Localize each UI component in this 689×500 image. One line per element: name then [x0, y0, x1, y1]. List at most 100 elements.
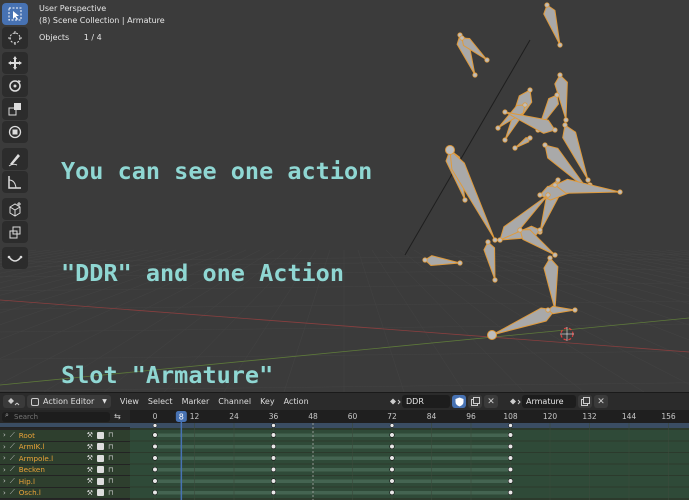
summary-row[interactable] — [0, 423, 130, 428]
wrench-icon[interactable]: ⚒ — [87, 466, 93, 474]
summary-keyframe — [508, 423, 513, 428]
summary-keyframe — [152, 423, 158, 428]
keyframe — [152, 455, 158, 461]
bone-joint — [495, 125, 501, 131]
checkbox-icon[interactable] — [97, 466, 104, 474]
bone-joint — [492, 237, 498, 243]
editor-type-button[interactable] — [3, 395, 25, 408]
channel-row[interactable]: › ⟋ Root ⚒ ⊓ — [0, 430, 130, 442]
bone-joint — [552, 182, 558, 188]
hold-bar — [155, 445, 511, 449]
keyframe — [389, 489, 395, 496]
chevron-right-icon[interactable]: › — [3, 489, 6, 497]
chevron-right-icon[interactable]: › — [3, 443, 6, 451]
editor-mode-select[interactable]: Action Editor ▼ — [27, 395, 111, 408]
bone-joint — [547, 255, 553, 261]
channel-row[interactable]: › ⟋ Osch.l ⚒ ⊓ — [0, 487, 130, 499]
lock-icon[interactable]: ⊓ — [108, 466, 113, 474]
slot-browse-button[interactable] — [508, 395, 522, 408]
channel-row[interactable]: › ⟋ Becken ⚒ ⊓ — [0, 464, 130, 476]
channel-name: Osch.l — [18, 488, 41, 498]
editor-header: Action Editor ▼ View Select Marker Chann… — [0, 393, 689, 410]
lock-icon[interactable]: ⊓ — [108, 454, 113, 462]
close-icon: ✕ — [597, 396, 605, 407]
frame-tick-label: 144 — [622, 412, 637, 421]
action-name-field[interactable]: DDR — [402, 395, 450, 408]
keyframe — [507, 489, 514, 496]
keyframe — [152, 432, 158, 438]
lock-icon[interactable]: ⊓ — [108, 477, 113, 485]
menu-marker[interactable]: Marker — [182, 397, 210, 406]
menu-select[interactable]: Select — [148, 397, 173, 406]
3d-viewport[interactable]: User Perspective (8) Scene Collection | … — [0, 0, 689, 392]
hold-bar — [155, 468, 511, 472]
bone-joint — [537, 192, 543, 198]
keyframe — [270, 455, 277, 461]
duplicate-slot-button[interactable] — [578, 395, 592, 408]
bone-joint — [545, 192, 551, 198]
wrench-icon[interactable]: ⚒ — [87, 454, 93, 462]
keyframe — [507, 466, 514, 473]
channel-row[interactable]: › ⟋ Armpole.l ⚒ ⊓ — [0, 453, 130, 465]
keyframe — [270, 489, 277, 496]
chevron-right-icon[interactable]: › — [3, 431, 6, 439]
hold-bar — [155, 491, 511, 495]
bone-joint — [497, 237, 503, 243]
checkbox-icon[interactable] — [97, 454, 104, 462]
bone-joint — [522, 102, 528, 108]
timeline-area[interactable]: 12 24 36 48 60 72 84 96 108 120 132 144 156 0 8 — [130, 410, 689, 500]
keyframe — [270, 466, 277, 473]
action-browse-button[interactable] — [388, 395, 402, 408]
bone-joint — [422, 257, 428, 263]
lock-icon[interactable]: ⊓ — [108, 443, 113, 451]
bone-joint — [552, 252, 558, 258]
bone — [543, 257, 559, 311]
chevron-right-icon[interactable]: › — [3, 477, 6, 485]
action-editor-icon — [31, 397, 39, 406]
bone-joint — [472, 72, 478, 78]
checkbox-icon[interactable] — [97, 443, 104, 451]
duplicate-action-button[interactable] — [468, 395, 482, 408]
bone-icon: ⟋ — [9, 453, 15, 462]
bone-joint — [557, 42, 563, 48]
unlink-action-button[interactable]: ✕ — [484, 395, 498, 408]
slot-name-field[interactable]: Armature — [522, 395, 576, 408]
frame-tick-label: 48 — [308, 412, 318, 421]
lock-icon[interactable]: ⊓ — [108, 489, 113, 497]
bone — [449, 148, 496, 241]
copy-icon — [470, 397, 480, 406]
lock-icon[interactable]: ⊓ — [108, 431, 113, 439]
dopesheet-canvas[interactable]: 12 24 36 48 60 72 84 96 108 120 132 144 156 0 8 — [130, 410, 689, 500]
bone-joint — [485, 239, 491, 245]
menu-view[interactable]: View — [120, 397, 139, 406]
checkbox-icon[interactable] — [97, 431, 104, 439]
menu-key[interactable]: Key — [260, 397, 275, 406]
wrench-icon[interactable]: ⚒ — [87, 431, 93, 439]
wrench-icon[interactable]: ⚒ — [87, 477, 93, 485]
channel-row[interactable]: › ⟋ Hip.l ⚒ ⊓ — [0, 476, 130, 488]
channel-name: Becken — [18, 465, 45, 475]
unassign-slot-button[interactable]: ✕ — [594, 395, 608, 408]
channel-name: Root — [18, 430, 36, 440]
action-icon — [390, 398, 401, 405]
channel-row[interactable]: › ⟋ ArmIK.l ⚒ ⊓ — [0, 441, 130, 453]
swap-arrows-icon[interactable]: ⇆ — [114, 412, 121, 421]
chevron-right-icon[interactable]: › — [3, 454, 6, 462]
chevron-right-icon[interactable]: › — [3, 466, 6, 474]
bone-joint — [617, 189, 623, 195]
slot-icon — [510, 398, 521, 405]
wrench-icon[interactable]: ⚒ — [87, 489, 93, 497]
fake-user-button[interactable] — [452, 395, 466, 408]
menu-action[interactable]: Action — [284, 397, 309, 406]
bone-joint — [492, 277, 498, 283]
armature-object[interactable] — [0, 0, 689, 392]
dopesheet-icon — [8, 398, 20, 406]
channel-name: ArmIK.l — [18, 442, 45, 452]
channel-search-input[interactable] — [2, 411, 110, 422]
checkbox-icon[interactable] — [97, 489, 104, 497]
checkbox-icon[interactable] — [97, 477, 104, 485]
wrench-icon[interactable]: ⚒ — [87, 443, 93, 451]
shield-icon — [455, 397, 463, 406]
summary-keyframe — [271, 423, 276, 428]
menu-channel[interactable]: Channel — [218, 397, 251, 406]
